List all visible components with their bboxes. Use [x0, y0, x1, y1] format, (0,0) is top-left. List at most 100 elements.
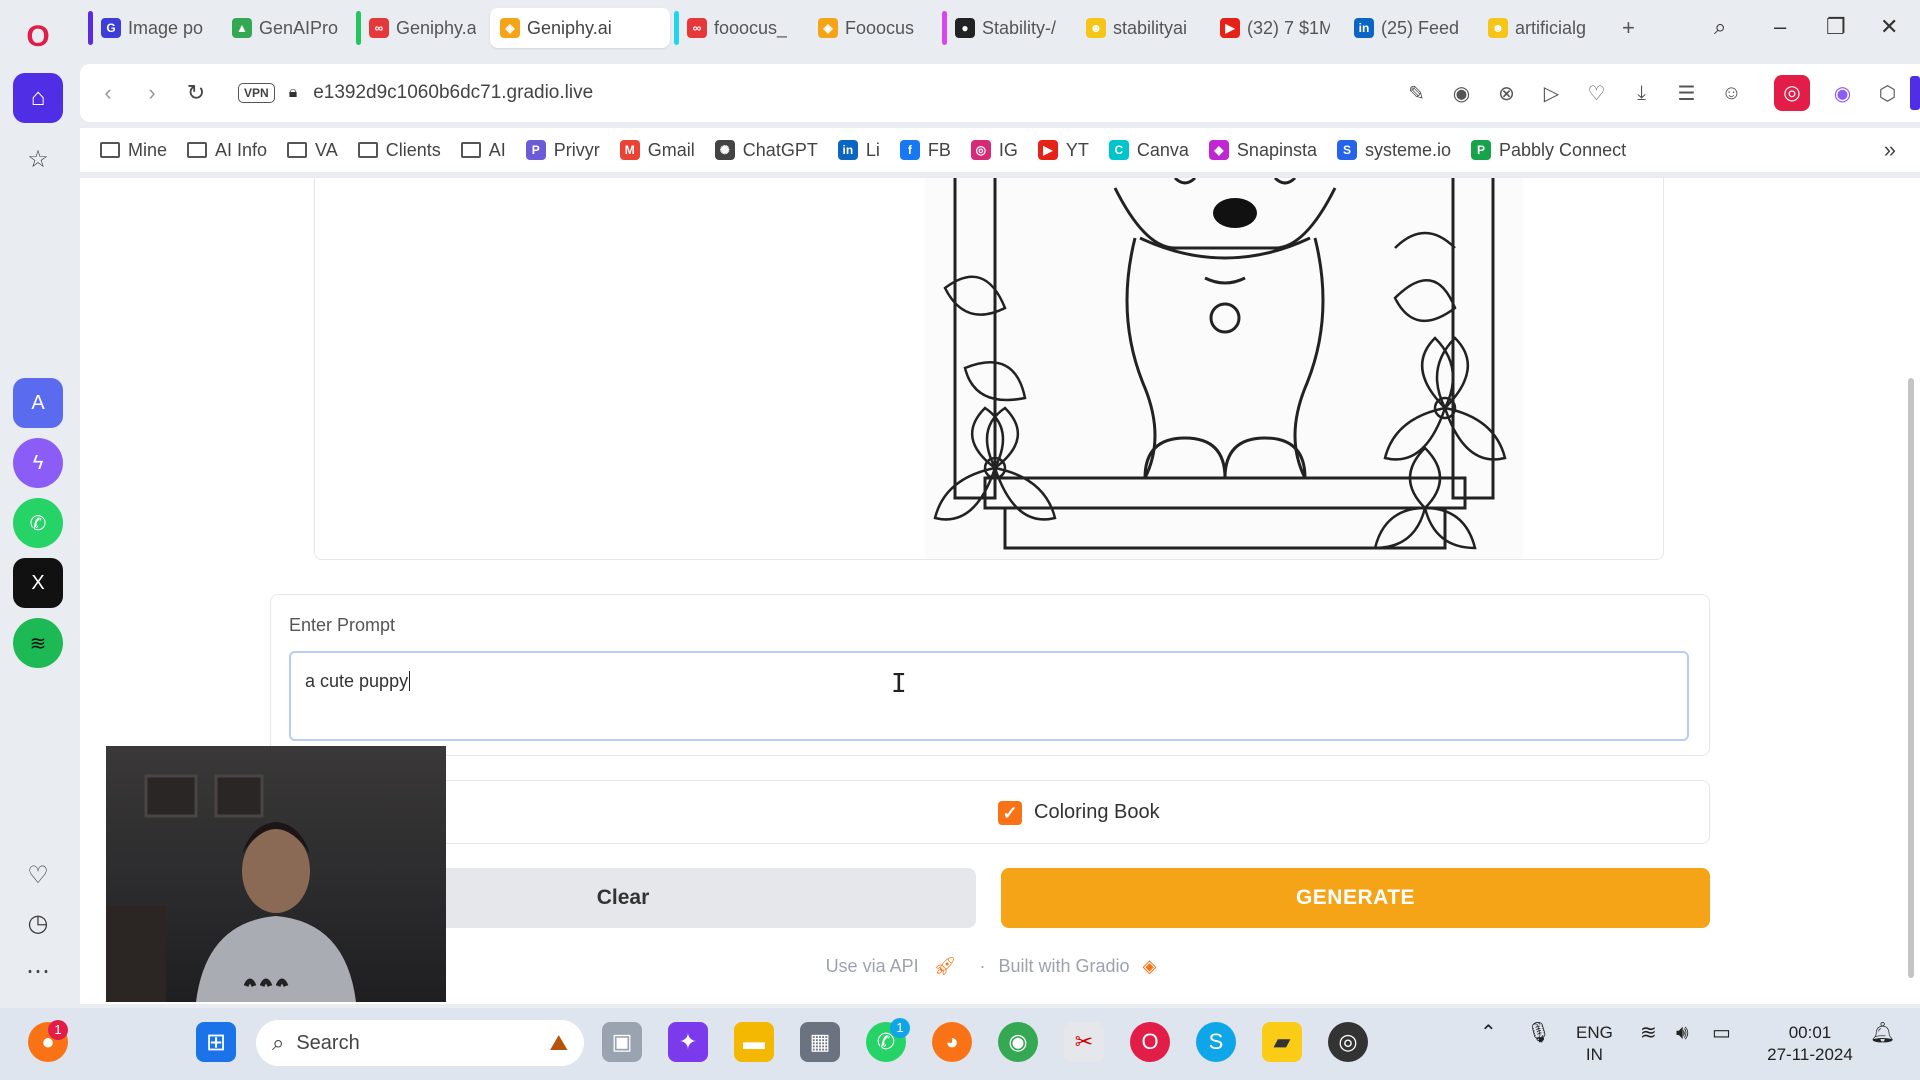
language-indicator[interactable]: ENG IN [1576, 1022, 1613, 1066]
bookmark-item[interactable]: ◆ Snapinsta [1208, 140, 1317, 161]
calculator-icon[interactable]: ▦ [800, 1022, 840, 1062]
obs-icon[interactable]: ◎ [1328, 1022, 1368, 1062]
download-icon[interactable]: ⤓ [1619, 82, 1664, 105]
history-icon[interactable]: ◷ [13, 898, 63, 948]
text-caret [409, 671, 411, 691]
microphone-icon[interactable]: 🎙︎ [1526, 1022, 1551, 1044]
new-tab-button[interactable]: + [1608, 8, 1645, 48]
browser-tab[interactable]: ▲ GenAIPro [222, 8, 352, 48]
copilot-icon[interactable]: ✦ [668, 1022, 708, 1062]
bookmark-favicon-icon: M [619, 140, 640, 160]
aria-extension-icon[interactable]: ◉ [1820, 81, 1865, 106]
task-view-icon[interactable]: ▣ [602, 1022, 642, 1062]
browser-tab[interactable]: ☻ artificialg [1478, 8, 1608, 48]
bookmark-item[interactable]: AI Info [187, 140, 267, 161]
bookmark-item[interactable]: f FB [899, 140, 951, 161]
taskbar-search[interactable]: ⌕ Search ⛰︎ [256, 1020, 584, 1066]
opera-ai-icon[interactable]: ◎ [1774, 75, 1810, 111]
coloring-book-checkbox[interactable]: ✓ [998, 801, 1022, 825]
file-explorer-icon[interactable]: ▬ [734, 1022, 774, 1062]
bookmark-item[interactable]: VA [287, 140, 338, 161]
bookmark-item[interactable]: ◎ IG [970, 140, 1018, 161]
back-icon[interactable]: ‹ [86, 80, 130, 106]
gradio-logo-icon: ◈ [1142, 956, 1157, 976]
skype-icon[interactable]: S [1196, 1022, 1236, 1062]
folder-icon [187, 142, 208, 158]
sticky-notes-icon[interactable]: ▰ [1262, 1022, 1302, 1062]
volume-icon[interactable]: 🔊︎ [1676, 1022, 1689, 1044]
browser-tab[interactable]: ∞ Geniphy.a [356, 8, 486, 48]
generate-button[interactable]: GENERATE [1001, 868, 1710, 928]
browser-tab[interactable]: in (25) Feed [1344, 8, 1474, 48]
easy-setup-icon[interactable]: ☰ [1664, 81, 1709, 106]
heart-icon[interactable]: ♡ [13, 850, 63, 900]
home-icon[interactable]: ⌂ [13, 73, 63, 123]
spotify-icon[interactable]: ≋ [13, 618, 63, 668]
adblock-icon[interactable]: ⊗ [1484, 81, 1529, 106]
camera-icon[interactable]: ◉ [1439, 81, 1484, 106]
bookmark-item[interactable]: P Privyr [525, 139, 600, 161]
tab-label: (32) 7 $1M [1247, 17, 1330, 38]
x-icon[interactable]: X [13, 558, 63, 608]
more-icon[interactable]: ⋯ [13, 946, 63, 996]
heart-icon[interactable]: ♡ [1574, 81, 1619, 106]
minimize-button[interactable]: – [1774, 14, 1786, 40]
tab-search-icon[interactable]: ⌕ [1714, 14, 1726, 40]
restore-button[interactable]: ❐ [1826, 14, 1846, 40]
opera-logo-icon[interactable]: O [13, 12, 63, 62]
bookmark-item[interactable]: AI [460, 140, 506, 161]
search-highlight-icon: ⛰︎ [549, 1030, 568, 1055]
notifications-bell-icon[interactable]: 🔔︎ [1870, 1022, 1895, 1044]
messenger-icon[interactable]: ϟ [13, 438, 63, 488]
account-icon[interactable]: ☺ [1709, 82, 1754, 105]
star-icon[interactable]: ☆ [13, 134, 63, 184]
reload-icon[interactable]: ↻ [174, 80, 218, 106]
scrollbar-thumb[interactable] [1908, 378, 1914, 978]
bookmarks-more-icon[interactable]: » [1884, 137, 1896, 163]
battery-icon[interactable]: ▭ [1712, 1022, 1731, 1044]
clock[interactable]: 00:01 27-11-2024 [1760, 1022, 1860, 1066]
bookmark-item[interactable]: Clients [357, 140, 441, 161]
coloring-book-label[interactable]: Coloring Book [1034, 801, 1160, 824]
page-scrollbar[interactable] [1902, 178, 1920, 1004]
edit-icon[interactable]: ✎ [1394, 81, 1439, 106]
bookmark-item[interactable]: Ssysteme.io [1336, 140, 1451, 161]
tray-chevron-icon[interactable]: ⌃ [1480, 1022, 1497, 1044]
bookmark-item[interactable]: Mine [100, 140, 167, 161]
prompt-input[interactable]: a cute puppy [289, 651, 1689, 741]
browser-tab[interactable]: ● Stability-/ [942, 8, 1072, 48]
vpn-badge[interactable]: VPN [238, 83, 275, 103]
bookmark-item[interactable]: M Gmail [619, 140, 695, 161]
chrome-icon[interactable]: ◉ [998, 1022, 1038, 1062]
bookmark-label: Privyr [553, 139, 600, 160]
extensions-icon[interactable]: ⬡ [1865, 81, 1910, 106]
bookmark-item[interactable]: P Pabbly Connect [1471, 140, 1626, 161]
bookmark-item[interactable]: ✺ ChatGPT [714, 140, 818, 161]
browser-tab[interactable]: G Image po [88, 8, 218, 48]
forward-icon[interactable]: › [130, 80, 174, 106]
aria-icon[interactable]: A [13, 378, 63, 428]
whatsapp-icon[interactable]: ✆ [13, 498, 63, 548]
built-with-gradio-link[interactable]: Built with Gradio [999, 956, 1130, 976]
browser-tab[interactable]: ◈ Geniphy.ai [490, 8, 670, 48]
tab-favicon-icon: ▲ [232, 18, 252, 38]
browser-tab[interactable]: ☻ stabilityai [1076, 8, 1206, 48]
close-button[interactable]: ✕ [1880, 14, 1898, 40]
bookmark-item[interactable]: in Li [837, 140, 880, 161]
browser-tab[interactable]: ▶ (32) 7 $1M [1210, 8, 1340, 48]
url-field[interactable]: e1392d9c1060b6dc71.gradio.live [313, 82, 593, 104]
workspace-stripe [942, 11, 947, 45]
browser-tab[interactable]: ∞ fooocus_ [674, 8, 804, 48]
generated-image[interactable] [925, 178, 1523, 559]
opera-taskbar-icon[interactable]: O [1130, 1022, 1170, 1062]
tab-favicon-icon: ● [955, 18, 975, 38]
snipping-tool-icon[interactable]: ✂ [1064, 1022, 1104, 1062]
bookmark-item[interactable]: C Canva [1108, 140, 1189, 161]
use-via-api-link[interactable]: Use via API [826, 956, 919, 976]
firefox-icon[interactable]: ◕ [932, 1022, 972, 1062]
wifi-icon[interactable]: ≋ [1640, 1022, 1657, 1044]
flow-icon[interactable]: ▷ [1529, 81, 1574, 106]
bookmark-item[interactable]: ▶ YT [1037, 140, 1089, 161]
browser-tab[interactable]: ◈ Fooocus [808, 8, 938, 48]
windows-start-icon[interactable]: ⊞ [196, 1022, 236, 1062]
